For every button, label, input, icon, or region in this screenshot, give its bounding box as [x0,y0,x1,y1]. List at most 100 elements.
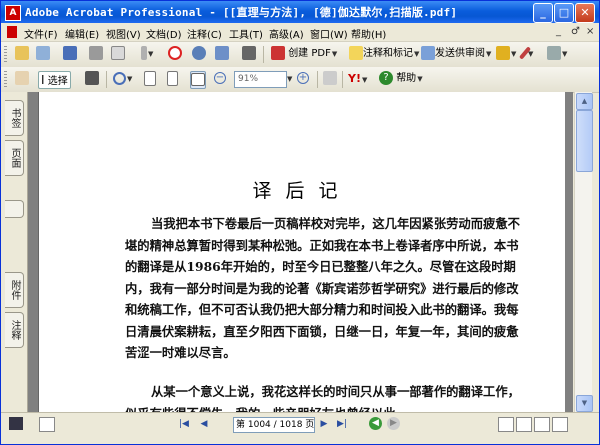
minimize-button[interactable]: _ [533,3,553,23]
create-pdf-button[interactable]: 创建 PDF▼ [271,46,337,62]
previous-view-button[interactable]: ◀ [369,417,382,430]
back-arrow-icon: ◀ [372,418,379,428]
camera-button[interactable] [242,46,256,62]
pdf-page[interactable]: 译后记 当我把本书下卷最后一页稿样校对完毕，这几年因紧张劳动而疲惫不堪的精神总算… [38,92,565,412]
menu-file[interactable]: 文件(F) [24,26,58,41]
yahoo-search-button[interactable]: Y!▼ [348,71,367,87]
chevron-down-icon: ▼ [361,76,368,84]
status-bar: |◀ ◀ 第 1004 / 1018 页 ▶ ▶| ◀ ▶ [1,412,599,435]
tab-comments[interactable]: 注释 [5,312,24,348]
sign-button[interactable]: ▼ [518,46,533,62]
comment-markup-button[interactable]: 注释和标记▼ [349,46,419,62]
file-toolbar: ▼ 创建 PDF▼ 注释和标记▼ 发送供审阅▼ ▼ ▼ ▼ [1,42,599,68]
maximize-button[interactable]: □ [554,3,574,23]
navigation-pane-tabs: 书签 页面 附件 注释 [1,92,28,412]
toolbar-separator [317,71,318,88]
search-globe-icon [192,46,206,60]
chevron-down-icon: ▼ [148,50,154,58]
save-icon [63,46,77,60]
rotate-button[interactable] [323,71,337,87]
menu-bar: 文件(F) 编辑(E) 视图(V) 文档(D) 注释(C) 工具(T) 高级(A… [1,23,599,42]
pdf-document-icon [7,26,17,38]
zoom-out-button[interactable]: − [214,71,226,87]
next-page-icon: ▶ [320,419,328,429]
toolbar-grip[interactable] [4,46,7,63]
print-production-icon [215,46,229,60]
acrobat-icon: A [5,5,21,21]
pages-button[interactable] [36,46,50,62]
facing-layout-button[interactable] [534,417,550,432]
print-button[interactable] [89,46,103,62]
menu-advanced[interactable]: 高级(A) [269,26,304,41]
send-review-icon [421,46,435,60]
chevron-up-icon: ▲ [581,97,588,105]
tab-pages[interactable]: 页面 [5,140,24,176]
search-button[interactable] [192,46,206,62]
tab-bookmarks[interactable]: 书签 [5,100,24,136]
fit-page-button[interactable] [167,71,178,87]
continuous-facing-layout-button[interactable] [552,417,568,432]
menu-view[interactable]: 视图(V) [106,26,141,41]
print-production-button[interactable] [215,46,229,62]
help-button[interactable]: ? 帮助▼ [379,71,423,87]
doc-properties-icon[interactable] [39,417,55,432]
title-bar[interactable]: A Adobe Acrobat Professional - [[直理与方法],… [1,1,599,23]
zoom-in-icon [113,71,126,85]
fit-width-icon [191,72,205,86]
scroll-up-button[interactable]: ▲ [576,93,593,110]
tab-blank[interactable] [5,200,24,218]
email-button[interactable] [111,46,125,62]
open-button[interactable] [15,46,29,62]
fit-width-button[interactable] [190,71,206,89]
menu-comments[interactable]: 注释(C) [187,26,222,41]
previous-page-icon: ◀ [200,419,208,429]
last-page-icon: ▶| [337,419,347,429]
secure-button[interactable] [168,46,182,62]
send-review-button[interactable]: 发送供审阅▼ [421,46,491,62]
vertical-scrollbar[interactable]: ▲ ▼ [574,92,593,412]
menu-document[interactable]: 文档(D) [146,26,182,41]
paragraph-text: 当我把本书下卷最后一页稿样校对完毕，这几年因紧张劳动而疲惫不堪的精神总算暂时得到… [125,216,520,360]
menu-window[interactable]: 窗口(W) [310,26,348,41]
actual-size-button[interactable] [144,71,156,87]
folder-icon [15,46,29,60]
tab-attachments[interactable]: 附件 [5,272,24,308]
doc-minimize-button[interactable]: _ [556,26,561,37]
doc-restore-button[interactable]: ♂ [571,26,580,37]
page-number-field[interactable]: 第 1004 / 1018 页 [233,417,315,433]
next-view-button[interactable]: ▶ [387,417,400,430]
toolbar-separator [263,46,264,63]
hand-tool-button[interactable] [15,71,29,87]
page-icon [144,71,156,86]
select-label: 选择 [47,76,68,87]
continuous-layout-button[interactable] [516,417,532,432]
menu-help[interactable]: 帮助(H) [351,26,386,41]
comment-markup-label: 注释和标记 [363,48,413,59]
chevron-down-icon: ▼ [486,50,492,58]
select-tool-button[interactable]: I 选择 [38,71,71,89]
single-page-layout-button[interactable] [498,417,514,432]
chevron-down-icon: ▼ [127,75,133,83]
last-page-button[interactable]: ▶| [335,417,349,431]
save-button[interactable] [63,46,77,62]
toolbar-grip[interactable] [4,71,7,88]
zoom-dropdown-button[interactable]: ▼ [286,71,292,87]
snapshot-button[interactable] [85,71,99,87]
scroll-down-button[interactable]: ▼ [576,395,593,412]
attach-button[interactable]: ▼ [141,46,153,62]
document-viewport[interactable]: 译后记 当我把本书下卷最后一页稿样校对完毕，这几年因紧张劳动而疲惫不堪的精神总算… [28,92,573,412]
next-page-button[interactable]: ▶ [317,417,331,431]
doc-close-button[interactable]: × [586,26,594,37]
first-page-button[interactable]: |◀ [177,417,191,431]
previous-page-button[interactable]: ◀ [197,417,211,431]
zoom-in-button[interactable]: + [297,71,309,87]
forms-button[interactable]: ▼ [547,46,567,62]
zoom-tool-button[interactable]: ▼ [113,71,132,87]
chevron-down-icon: ▼ [287,75,293,83]
zoom-input[interactable]: 91% [234,71,287,88]
security-lock-button[interactable]: ▼ [496,46,516,62]
scroll-thumb[interactable] [576,110,593,172]
menu-tools[interactable]: 工具(T) [229,26,263,41]
close-button[interactable]: ✕ [575,3,595,23]
menu-edit[interactable]: 编辑(E) [65,26,99,41]
